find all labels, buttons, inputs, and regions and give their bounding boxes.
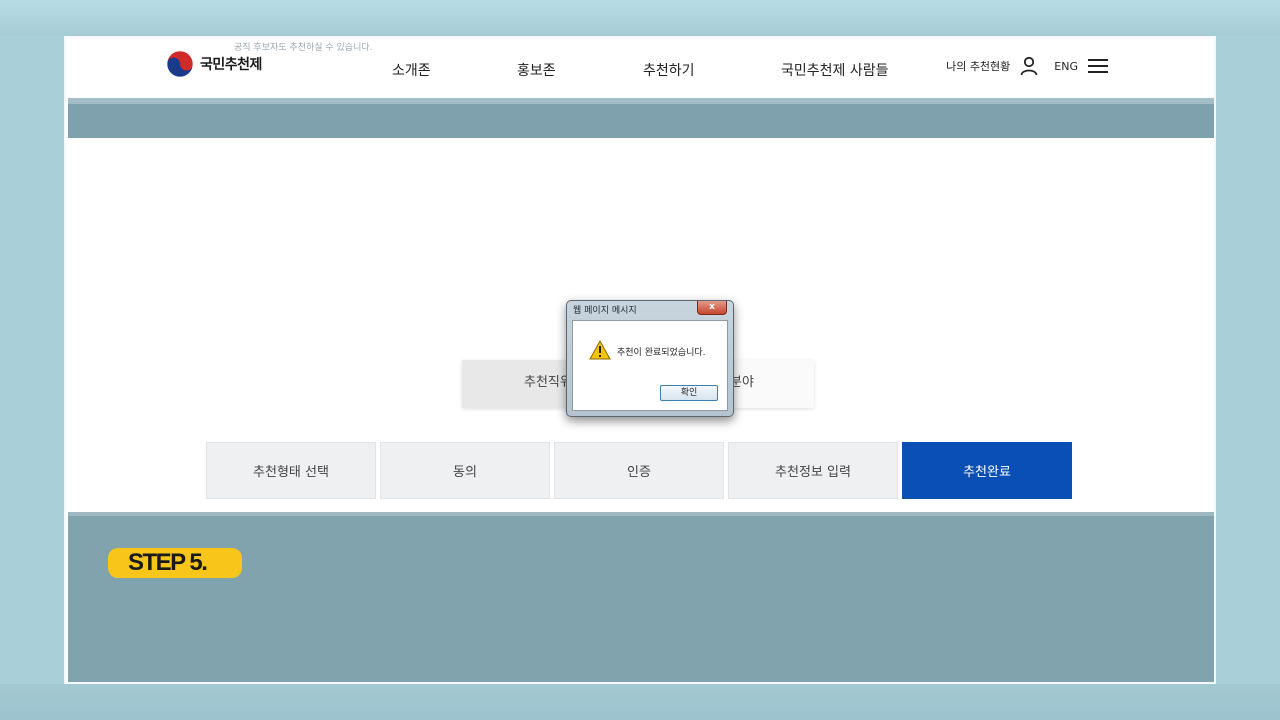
- hamburger-menu-icon[interactable]: [1088, 58, 1108, 74]
- my-recommendation-link[interactable]: 나의 추천현황: [946, 58, 1010, 74]
- dialog-body: 추천이 완료되었습니다. 확인: [572, 320, 728, 411]
- user-icon[interactable]: [1020, 56, 1038, 76]
- language-toggle[interactable]: ENG: [1054, 60, 1078, 73]
- step-complete: 추천완료: [902, 442, 1072, 499]
- step-input-info: 추천정보 입력: [728, 442, 898, 499]
- step-verify: 인증: [554, 442, 724, 499]
- step-badge: STEP 5.: [108, 548, 242, 578]
- dialog-close-button[interactable]: x: [697, 301, 727, 315]
- background-top: [0, 0, 1280, 36]
- field-label-position: 추천직위: [462, 360, 570, 408]
- nav-item-people[interactable]: 국민추천제 사람들: [781, 60, 889, 80]
- nav-item-promo[interactable]: 홍보존: [517, 60, 556, 80]
- step-agree: 동의: [380, 442, 550, 499]
- browser-frame: 공직 후보자도 추천하실 수 있습니다. 국민추천제 소개존 홍보존 추천하기 …: [64, 36, 1216, 684]
- header-utilities: 나의 추천현황 ENG: [946, 56, 1078, 76]
- dialog-ok-button[interactable]: 확인: [660, 385, 718, 401]
- warning-icon: [589, 340, 611, 360]
- logo-text: 국민추천제: [200, 57, 262, 73]
- alert-dialog: 웹 페이지 메시지 x 추천이 완료되었습니다. 확인: [566, 300, 734, 417]
- background-bottom: [0, 684, 1280, 720]
- step-select-type: 추천형태 선택: [206, 442, 376, 499]
- nav-item-recommend[interactable]: 추천하기: [643, 60, 695, 80]
- nav-item-intro[interactable]: 소개존: [392, 60, 431, 80]
- step-progress: 추천형태 선택 동의 인증 추천정보 입력 추천완료: [206, 442, 1072, 499]
- top-banner-overlay: [68, 98, 1214, 138]
- site-logo[interactable]: 국민추천제: [166, 50, 262, 78]
- bottom-caption-overlay: STEP 5.: [68, 512, 1214, 682]
- dialog-title: 웹 페이지 메시지: [573, 306, 637, 316]
- site-header: 공직 후보자도 추천하실 수 있습니다. 국민추천제 소개존 홍보존 추천하기 …: [66, 38, 1214, 98]
- dialog-message: 추천이 완료되었습니다.: [617, 348, 706, 358]
- taegeuk-logo-icon: [166, 50, 194, 78]
